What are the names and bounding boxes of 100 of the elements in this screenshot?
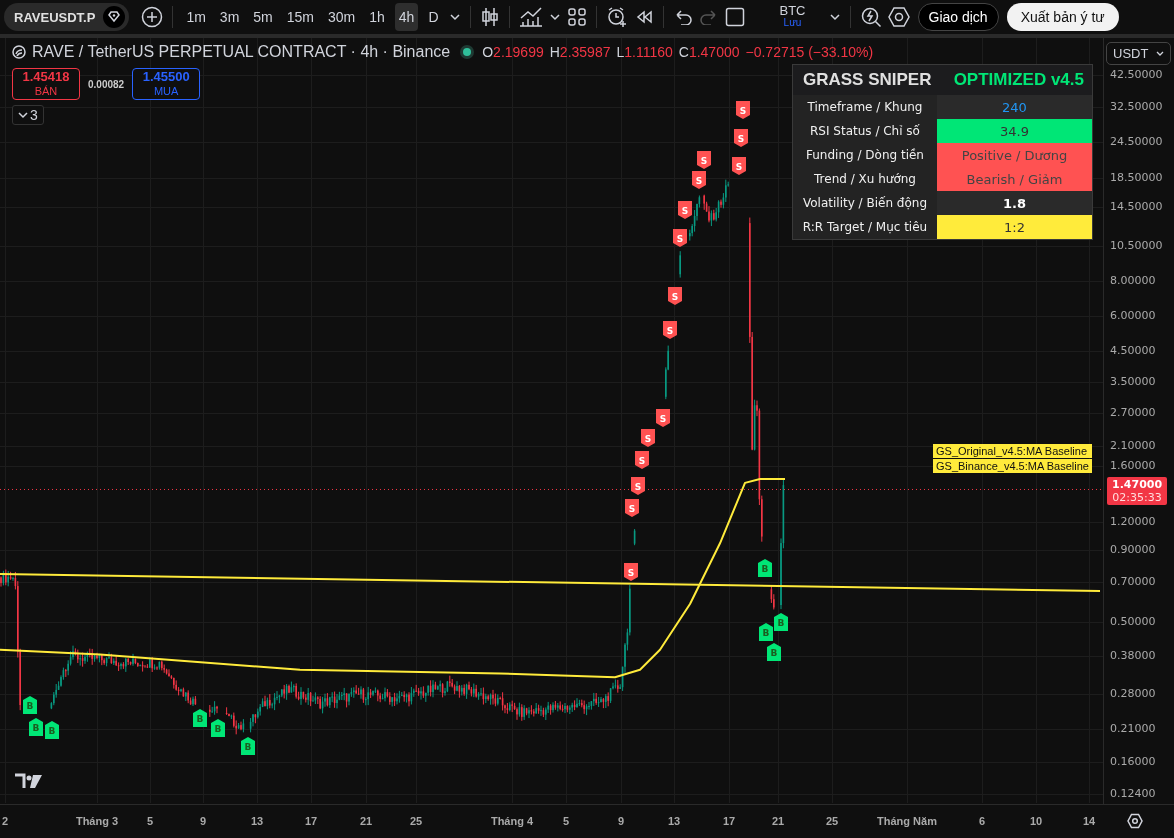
time-tick: Tháng Năm [877,815,937,827]
table-cell: 240 [937,95,1092,119]
price-tick: 0.38000 [1110,649,1156,662]
buy-signal-marker: B [23,696,37,714]
price-tick: 0.28000 [1110,687,1156,700]
price-tick: 0.21000 [1110,722,1156,735]
price-tick: 42.50000 [1110,68,1163,81]
sell-signal-marker: S [624,563,638,581]
price-tick: 0.90000 [1110,543,1156,556]
time-tick: 13 [667,815,681,827]
buy-signal-marker: B [758,559,772,577]
sell-signal-marker: S [734,129,748,147]
buy-button[interactable]: 1.45500 MUA [132,68,201,100]
sell-signal-marker: S [732,157,746,175]
interval-tab[interactable]: D [424,3,443,31]
time-tick: 10 [1029,815,1043,827]
table-subtitle: OPTIMIZED v4.5 [953,70,1084,90]
price-tick: 10.50000 [1110,239,1163,252]
buy-signal-marker: B [241,737,255,755]
currency-select[interactable]: USDT [1106,42,1172,65]
spread-value: 0.00082 [88,78,125,90]
chart-title: RAVE / TetherUS PERPETUAL CONTRACT · 4h · Binance [32,43,451,61]
sell-signal-marker: S [673,229,687,247]
table-cell: 1:2 [937,215,1092,239]
sell-signal-marker: S [656,409,670,427]
indicators-toggle[interactable]: 3 [12,105,44,125]
interval-tab[interactable]: 3m [215,3,244,31]
time-tick: 5 [562,815,570,827]
publish-button[interactable]: Xuất bản ý tư [1006,3,1119,31]
last-price-label: 1.47000 02:35:33 [1107,477,1168,506]
price-tick: 0.50000 [1110,615,1156,628]
interval-tab[interactable]: 15m [282,3,318,31]
price-tick: 2.70000 [1110,406,1156,419]
interval-tab[interactable]: 5m [249,3,277,31]
compare-label: BTC [779,5,806,17]
time-tick: 2 [1,815,9,827]
trade-button[interactable]: Giao dịch [917,3,999,31]
time-tick: 13 [250,815,264,827]
time-tick: Tháng 4 [490,815,534,827]
table-cell: 34.9 [937,119,1092,143]
sell-signal-marker: S [631,477,645,495]
symbol-name: RAVEUSDT.P [14,9,96,25]
time-tick: 9 [617,815,625,827]
time-tick: 6 [978,815,986,827]
compare-symbol[interactable]: BTC Lưu [762,5,823,29]
price-tick: 24.50000 [1110,135,1163,148]
time-tick: 9 [199,815,207,827]
buy-signal-marker: B [759,623,773,641]
price-tick: 2.10000 [1110,439,1156,452]
table-cell-text: Funding / Dòng tiền [805,147,925,164]
table-cell-text: Volatility / Biến động [801,195,928,212]
buy-signal-marker: B [45,721,59,739]
price-tick: 0.70000 [1110,575,1156,588]
price-tick: 8.00000 [1110,274,1156,287]
ohlc-value: C1.47000 [678,44,740,60]
price-tick: 1.20000 [1110,515,1156,528]
time-tick: 21 [359,815,373,827]
buy-signal-marker: B [29,718,43,736]
time-tick: 5 [146,815,154,827]
ohlc-value: L1.11160 [616,44,673,60]
price-tick: 4.50000 [1110,344,1156,357]
table-cell: 1.8 [937,191,1092,215]
time-tick: 21 [771,815,785,827]
ohlc-value: O2.19699 [482,44,544,60]
price-tick: 0.16000 [1110,755,1156,768]
sell-signal-marker: S [697,151,711,169]
symbol-search[interactable]: RAVEUSDT.P [4,3,130,31]
time-tick: 17 [304,815,318,827]
price-tick: 1.60000 [1110,459,1156,472]
price-tick: 18.50000 [1110,171,1163,184]
table-cell: Positive / Dương [937,143,1092,167]
table-cell-text: RSI Status / Chỉ số [809,123,921,140]
interval-tab[interactable]: 1h [365,3,389,31]
interval-tab[interactable]: 30m [324,3,360,31]
price-tick: 14.50000 [1110,200,1163,213]
table-title: GRASS SNIPER [803,70,932,90]
time-tick: 25 [409,815,423,827]
price-change: −0.72715 (−33.10%) [745,44,874,60]
interval-tab[interactable]: 1m [182,3,210,31]
buy-signal-marker: B [767,643,781,661]
save-label: Lưu [783,17,802,29]
price-tick: 3.50000 [1110,375,1156,388]
price-tick: 0.12400 [1110,787,1156,800]
time-tick: Tháng 3 [75,815,119,827]
sell-signal-marker: S [692,171,706,189]
ohlc-value: H2.35987 [549,44,611,60]
sell-signal-marker: S [625,499,639,517]
sell-signal-marker: S [678,201,692,219]
price-tick: 32.50000 [1110,100,1163,113]
line-label: GS_Original_v4.5:MA Baseline [933,444,1092,458]
buy-signal-marker: B [211,719,225,737]
table-cell: Bearish / Giảm [937,167,1092,191]
sell-button[interactable]: 1.45418 BÁN [12,68,80,100]
line-label: GS_Binance_v4.5:MA Baseline [933,459,1092,473]
time-tick: 14 [1082,815,1096,827]
buy-signal-marker: B [774,613,788,631]
table-cell-text: Trend / Xu hướng [813,171,917,188]
table-cell-text: R:R Target / Mục tiêu [801,219,929,236]
interval-tab[interactable]: 4h [394,3,419,31]
time-tick: 25 [825,815,839,827]
